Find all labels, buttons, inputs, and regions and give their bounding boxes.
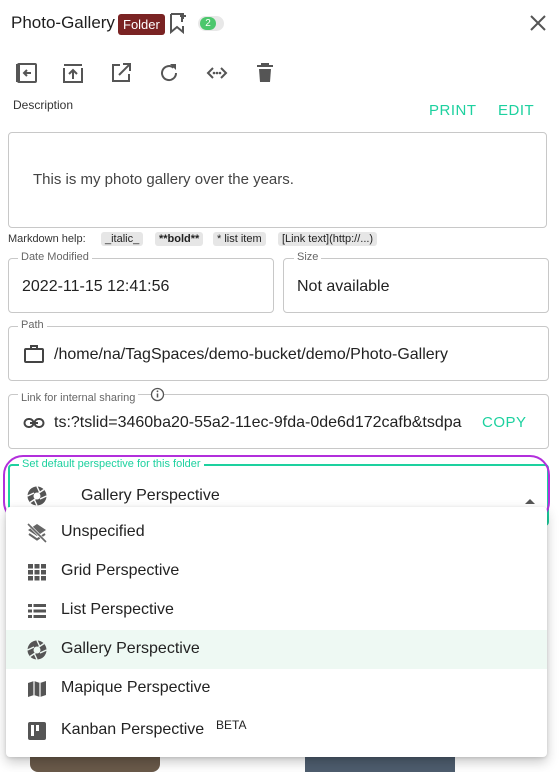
markdown-help-label: Markdown help:	[8, 233, 86, 245]
link-icon	[23, 412, 45, 434]
delete-icon[interactable]	[253, 61, 277, 85]
open-external-icon[interactable]	[109, 61, 133, 85]
markdown-chip-bold: **bold**	[155, 232, 204, 246]
markdown-chip-list: * list item	[213, 232, 266, 246]
edit-button[interactable]: EDIT	[498, 102, 534, 119]
menu-item-kanban[interactable]: Kanban Perspective BETA	[6, 708, 547, 752]
markdown-chip-italic: _italic_	[101, 232, 144, 246]
info-icon[interactable]	[150, 387, 165, 402]
description-label: Description	[13, 98, 74, 112]
grid-icon	[26, 561, 48, 583]
map-icon	[26, 678, 48, 700]
print-button[interactable]: PRINT	[429, 102, 477, 119]
add-tag-icon[interactable]	[168, 12, 188, 35]
menu-item-label: Kanban Perspective	[61, 721, 205, 738]
beta-badge: BETA	[216, 718, 247, 732]
background-thumbnail	[30, 757, 160, 772]
open-parent-icon[interactable]	[15, 61, 39, 85]
tag-count-badge: 2	[198, 16, 224, 31]
date-modified-value: 2022-11-15 12:41:56	[22, 278, 170, 295]
panel-title: Photo-Gallery	[11, 13, 115, 32]
folder-badge: Folder	[118, 14, 165, 35]
tag-count: 2	[200, 17, 216, 30]
camera-iris-icon	[26, 639, 48, 661]
menu-item-list[interactable]: List Perspective	[6, 591, 547, 630]
menu-item-grid[interactable]: Grid Perspective	[6, 552, 547, 591]
menu-item-label: Unspecified	[61, 523, 145, 540]
kanban-icon	[26, 720, 48, 742]
menu-item-label: Gallery Perspective	[61, 640, 200, 657]
menu-item-label: Grid Perspective	[61, 562, 180, 579]
share-link-icon[interactable]	[205, 61, 229, 85]
date-modified-label: Date Modified	[18, 251, 92, 263]
path-label: Path	[18, 319, 47, 331]
reload-icon[interactable]	[157, 61, 181, 85]
folder-icon	[23, 343, 45, 365]
menu-item-label: List Perspective	[61, 601, 174, 618]
description-text: This is my photo gallery over the years.	[33, 171, 294, 188]
menu-item-label: Mapique Perspective	[61, 679, 211, 696]
path-value[interactable]: /home/na/TagSpaces/demo-bucket/demo/Phot…	[54, 346, 448, 364]
size-value: Not available	[297, 278, 390, 295]
size-label: Size	[294, 251, 322, 263]
menu-item-gallery[interactable]: Gallery Perspective	[6, 630, 547, 669]
open-in-app-icon[interactable]	[61, 61, 85, 85]
list-icon	[26, 600, 48, 622]
menu-item-mapique[interactable]: Mapique Perspective	[6, 669, 547, 708]
close-icon[interactable]	[527, 12, 549, 34]
sharing-link-value[interactable]: ts:?tslid=3460ba20-55a2-11ec-9fda-0de6d1…	[54, 414, 464, 432]
copy-button[interactable]: COPY	[482, 414, 527, 431]
layers-off-icon	[26, 522, 48, 544]
markdown-chip-link: [Link text](http://...)	[278, 232, 378, 246]
perspective-menu: Unspecified Grid Perspective List Perspe…	[6, 507, 547, 757]
menu-item-unspecified[interactable]: Unspecified	[6, 513, 547, 552]
sharing-link-label: Link for internal sharing	[18, 392, 139, 404]
background-thumbnail	[305, 757, 455, 772]
